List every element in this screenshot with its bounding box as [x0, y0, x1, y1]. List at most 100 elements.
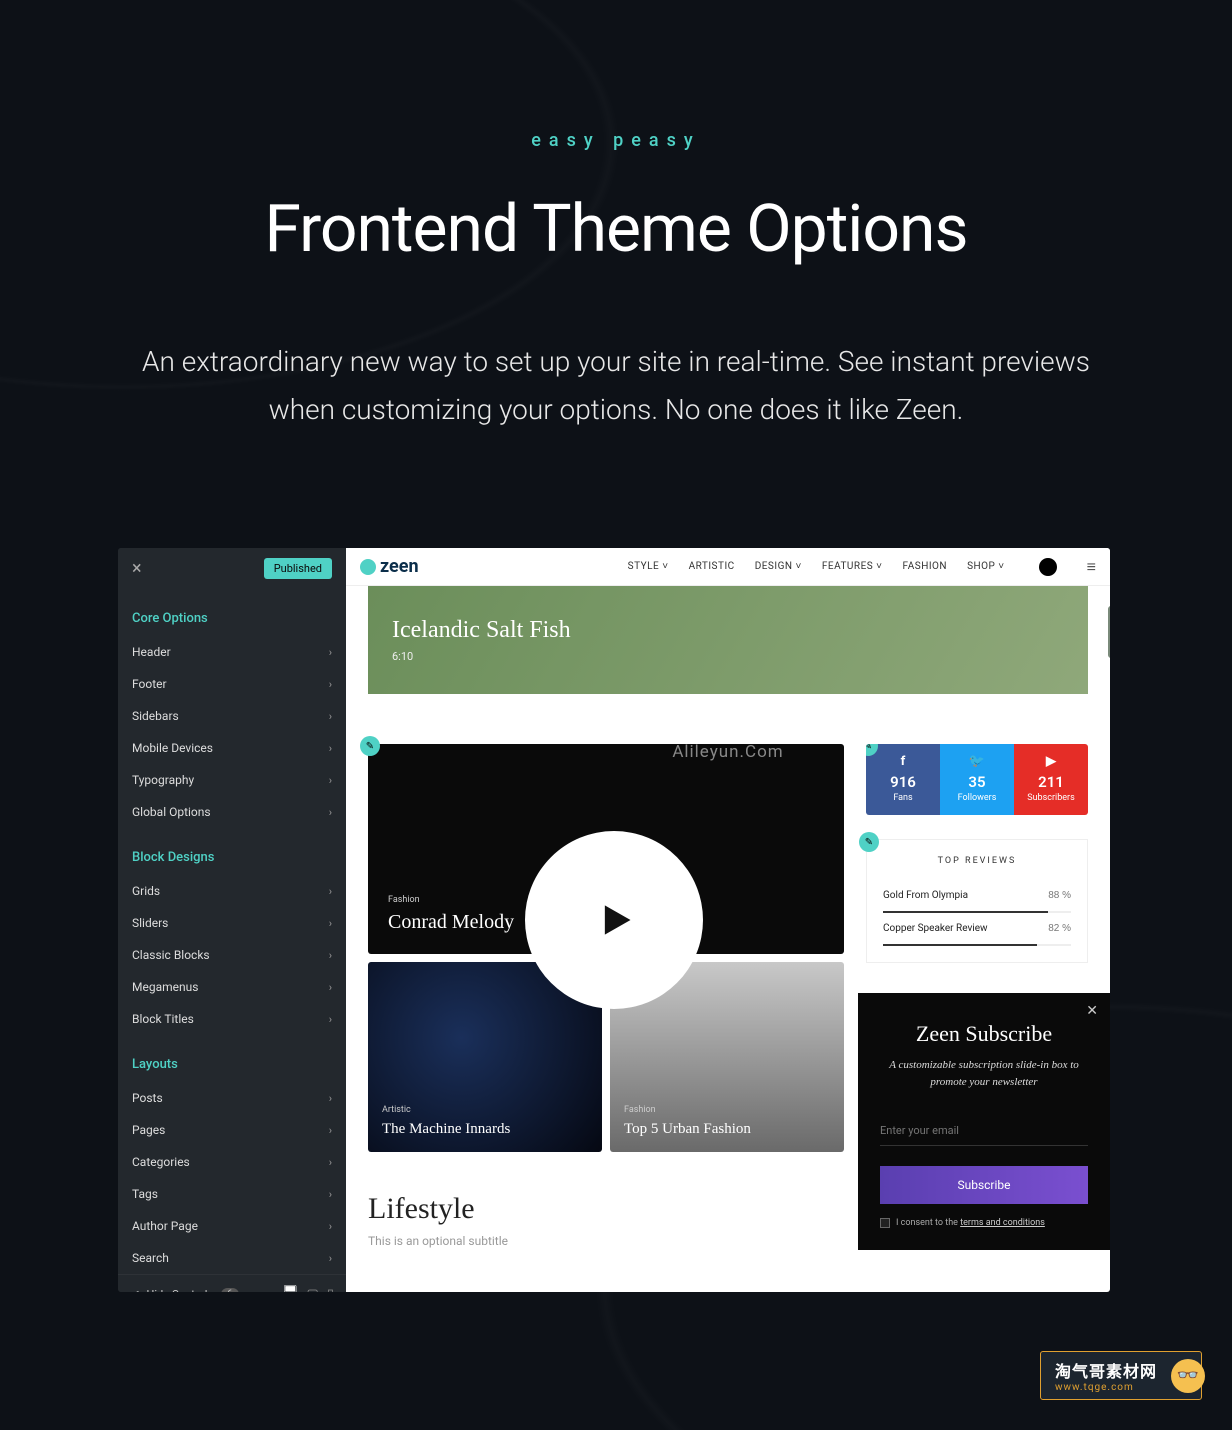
sidebar-item[interactable]: Megamenus› — [118, 971, 346, 1003]
corner-watermark: 淘气哥素材网 www.tqge.com 👓 — [1040, 1351, 1202, 1400]
sidebar-item[interactable]: Typography› — [118, 764, 346, 796]
hero-card[interactable]: Icelandic Salt Fish 6:10 ▶ 1:29 Summer T… — [368, 586, 1088, 694]
chevron-right-icon: › — [329, 981, 332, 994]
nav-item[interactable]: FASHION — [903, 561, 948, 572]
nav-item[interactable]: FEATURES ˅ — [822, 561, 883, 572]
section-subtitle: This is an optional subtitle — [368, 1234, 844, 1248]
sidebar-item[interactable]: Global Options› — [118, 796, 346, 828]
consent-checkbox[interactable] — [880, 1218, 890, 1228]
sidebar-item-label: Tags — [132, 1187, 158, 1201]
center-watermark: Alileyun.Com — [672, 742, 783, 762]
review-title: Copper Speaker Review — [883, 923, 988, 934]
category-label: Artistic — [382, 1105, 588, 1115]
desktop-icon[interactable]: 🖥 — [282, 1285, 299, 1292]
customizer-sidebar: × Published Core OptionsHeader›Footer›Si… — [118, 548, 346, 1292]
video-thumb[interactable]: ▶ 1:29 — [1108, 606, 1110, 658]
nav-item[interactable]: STYLE ˅ — [628, 561, 669, 572]
brand-logo[interactable]: zeen — [360, 556, 419, 577]
sidebar-item[interactable]: Pages› — [118, 1114, 346, 1146]
chevron-right-icon: › — [329, 1013, 332, 1026]
mobile-icon[interactable]: ▯ — [327, 1287, 334, 1292]
hero-title: Icelandic Salt Fish — [392, 617, 571, 644]
panel-heading: TOP REVIEWS — [883, 856, 1071, 866]
subscribe-button[interactable]: Subscribe — [880, 1166, 1088, 1204]
close-icon[interactable]: ✕ — [1086, 1003, 1098, 1019]
sidebar-item[interactable]: Mobile Devices› — [118, 732, 346, 764]
review-row[interactable]: Gold From Olympia88 % — [883, 880, 1071, 911]
sidebar-item[interactable]: Sliders › — [118, 907, 346, 939]
section-heading: Layouts — [118, 1035, 346, 1082]
card-title: Top 5 Urban Fashion — [624, 1121, 830, 1138]
badge-count: 6 — [221, 1288, 239, 1292]
review-score: 82 % — [1048, 923, 1071, 934]
chevron-right-icon: › — [329, 710, 332, 723]
tablet-icon[interactable]: ▢ — [307, 1287, 319, 1292]
sidebar-item[interactable]: Footer› — [118, 668, 346, 700]
sidebar-item-label: Author Page — [132, 1219, 198, 1233]
hide-controls-label[interactable]: Hide Controls — [146, 1288, 213, 1292]
sidebar-item[interactable]: Search › — [118, 1242, 346, 1274]
chevron-right-icon: › — [329, 742, 332, 755]
play-button[interactable] — [525, 831, 703, 1009]
subscribe-modal: ✕ Zeen Subscribe A customizable subscrip… — [858, 993, 1110, 1250]
email-field[interactable] — [880, 1116, 1088, 1146]
sidebar-item[interactable]: Tags› — [118, 1178, 346, 1210]
publish-button[interactable]: Published — [264, 558, 332, 579]
count-label: Followers — [940, 793, 1014, 803]
category-label: Fashion — [624, 1105, 830, 1115]
sidebar-item[interactable]: Posts› — [118, 1082, 346, 1114]
count: 916 — [866, 773, 940, 791]
sidebar-item[interactable]: Block Titles› — [118, 1003, 346, 1035]
menu-icon[interactable]: ≡ — [1087, 557, 1096, 577]
logo-mark-icon — [360, 559, 376, 575]
edit-icon[interactable]: ✎ — [360, 736, 380, 756]
collapse-icon[interactable]: ◀ — [130, 1288, 138, 1292]
sidebar-item-label: Categories — [132, 1155, 190, 1169]
modal-subtitle: A customizable subscription slide-in box… — [880, 1057, 1088, 1090]
watermark-title: 淘气哥素材网 — [1055, 1358, 1157, 1382]
sidebar-item[interactable]: Sidebars› — [118, 700, 346, 732]
terms-link[interactable]: terms and conditions — [960, 1218, 1045, 1228]
social-count[interactable]: ▶ 211 Subscribers — [1014, 744, 1088, 815]
count-label: Subscribers — [1014, 793, 1088, 803]
progress-bar — [883, 911, 1071, 913]
nav-item[interactable]: SHOP ˅ — [967, 561, 1005, 572]
chevron-right-icon: › — [329, 917, 332, 930]
avatar[interactable] — [1039, 558, 1057, 576]
social-icon: ▶ — [1014, 754, 1088, 769]
progress-bar — [883, 944, 1071, 946]
reviews-panel: ✎ TOP REVIEWS Gold From Olympia88 %Coppe… — [866, 839, 1088, 963]
sidebar-item[interactable]: Classic Blocks› — [118, 939, 346, 971]
glasses-icon: 👓 — [1171, 1359, 1205, 1393]
sidebar-item[interactable]: Author Page› — [118, 1210, 346, 1242]
sidebar-item-label: Header — [132, 645, 171, 659]
brand-text: zeen — [380, 556, 419, 577]
chevron-right-icon: › — [329, 949, 332, 962]
hero-meta: 6:10 — [392, 650, 571, 663]
subheading: An extraordinary new way to set up your … — [120, 338, 1112, 433]
nav-item[interactable]: DESIGN ˅ — [755, 561, 802, 572]
review-row[interactable]: Copper Speaker Review 82 % — [883, 913, 1071, 944]
section-heading: Core Options — [118, 589, 346, 636]
social-counts: ✎ f916Fans🐦35Followers▶211Subscribers — [866, 744, 1088, 815]
sidebar-item[interactable]: Grids› — [118, 875, 346, 907]
count-label: Fans — [866, 793, 940, 803]
modal-title: Zeen Subscribe — [880, 1021, 1088, 1047]
count: 211 — [1014, 773, 1088, 791]
social-icon: 🐦 — [940, 754, 1014, 769]
sidebar-item-label: Footer — [132, 677, 167, 691]
edit-icon[interactable]: ✎ — [859, 832, 879, 852]
close-icon[interactable]: × — [132, 558, 142, 579]
chevron-right-icon: › — [329, 1252, 332, 1265]
social-count[interactable]: f916Fans — [866, 744, 940, 815]
sidebar-item-label: Search — [132, 1251, 169, 1265]
consent-text: I consent to the terms and conditions — [896, 1218, 1045, 1228]
section-title: Lifestyle — [368, 1192, 844, 1226]
sidebar-item[interactable]: Header› — [118, 636, 346, 668]
eyebrow: easy peasy — [120, 130, 1112, 151]
nav-item[interactable]: ARTISTIC — [689, 561, 735, 572]
sidebar-item[interactable]: Categories› — [118, 1146, 346, 1178]
sidebar-item-label: Sliders — [132, 916, 168, 930]
card-title: The Machine Innards — [382, 1121, 588, 1138]
social-count[interactable]: 🐦35Followers — [940, 744, 1014, 815]
